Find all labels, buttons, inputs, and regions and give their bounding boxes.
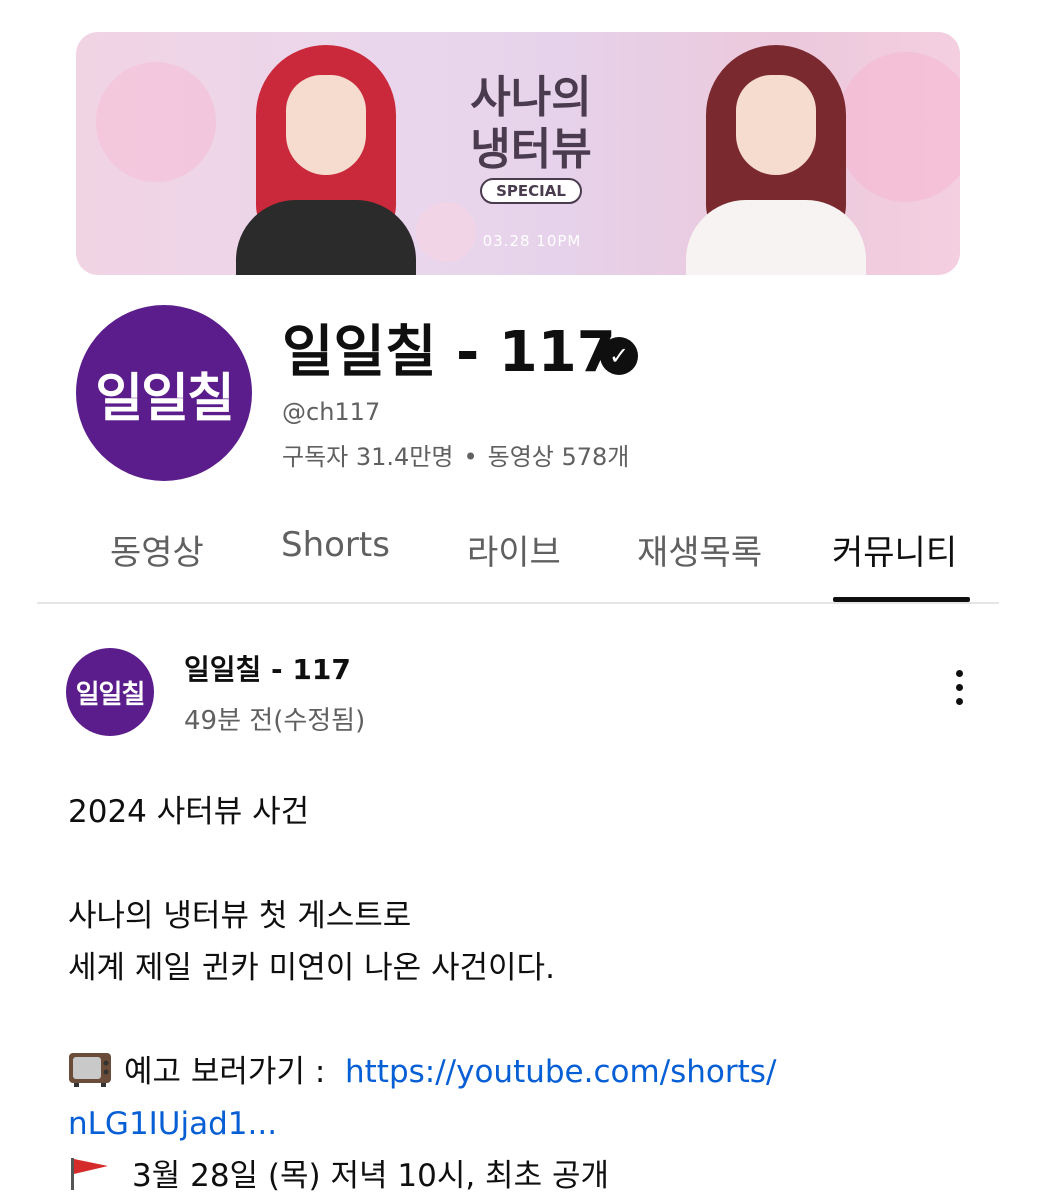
- tab-playlists[interactable]: 재생목록: [637, 525, 762, 574]
- channel-banner: 사나의 냉터뷰 SPECIAL 03.28 10PM: [76, 32, 960, 275]
- tab-videos[interactable]: 동영상: [110, 525, 204, 574]
- shorts-link[interactable]: https://youtube.com/shorts/: [345, 1054, 776, 1090]
- post-body: 2024 사터뷰 사건 사나의 냉터뷰 첫 게스트로 세계 제일 귄카 미연이 …: [68, 786, 968, 1200]
- subscriber-count: 구독자 31.4만명: [282, 443, 454, 471]
- post-line: nLG1IUjad1...: [68, 1098, 968, 1150]
- post-author-name[interactable]: 일일칠 - 117: [184, 648, 351, 688]
- channel-avatar[interactable]: 일일칠: [76, 305, 252, 481]
- channel-tabs: 동영상 Shorts 라이브 재생목록 커뮤니티: [76, 515, 998, 603]
- banner-logo-line1: 사나의: [470, 72, 592, 123]
- schedule-text: 3월 28일 (목) 저녁 10시, 최초 공개: [132, 1158, 609, 1194]
- channel-handle: @ch117: [282, 398, 381, 426]
- banner-person-left: [226, 35, 426, 275]
- more-vertical-icon[interactable]: [944, 670, 974, 714]
- banner-show-logo: 사나의 냉터뷰 SPECIAL: [446, 72, 616, 204]
- post-line-schedule: 3월 28일 (목) 저녁 10시, 최초 공개: [68, 1150, 968, 1200]
- post-line: 세계 제일 귄카 미연이 나온 사건이다.: [68, 950, 555, 986]
- banner-date: 03.28 10PM: [482, 232, 582, 250]
- tab-community[interactable]: 커뮤니티: [832, 525, 957, 574]
- post-line: 사나의 냉터뷰 첫 게스트로: [68, 898, 412, 934]
- channel-name: 일일칠 - 117: [282, 320, 616, 385]
- stats-separator: •: [463, 443, 478, 471]
- banner-logo-line2: 냉터뷰: [470, 124, 592, 175]
- post-line: 2024 사터뷰 사건: [68, 794, 310, 830]
- post-avatar-text: 일일칠: [75, 679, 146, 710]
- post-line-preview: 예고 보러가기 : https://youtube.com/shorts/: [68, 1046, 968, 1098]
- post-timestamp[interactable]: 49분 전(수정됨): [184, 700, 365, 737]
- banner-balloon: [96, 62, 216, 182]
- tv-icon: [69, 1053, 111, 1087]
- banner-person-right: [676, 35, 876, 275]
- banner-logo-badge: SPECIAL: [480, 178, 582, 204]
- channel-stats: 구독자 31.4만명 • 동영상 578개: [282, 437, 629, 472]
- post-author-avatar[interactable]: 일일칠: [66, 648, 154, 736]
- preview-label: 예고 보러가기 :: [124, 1054, 326, 1090]
- shorts-link-continued[interactable]: nLG1IUjad1...: [68, 1106, 277, 1142]
- verified-check-icon: ✓: [600, 337, 638, 375]
- channel-avatar-text: 일일칠: [95, 368, 235, 429]
- tab-live[interactable]: 라이브: [467, 525, 561, 574]
- red-flag-icon: [71, 1158, 108, 1190]
- tabs-divider: [37, 602, 999, 604]
- video-count: 동영상 578개: [487, 443, 630, 471]
- tab-shorts[interactable]: Shorts: [281, 525, 390, 565]
